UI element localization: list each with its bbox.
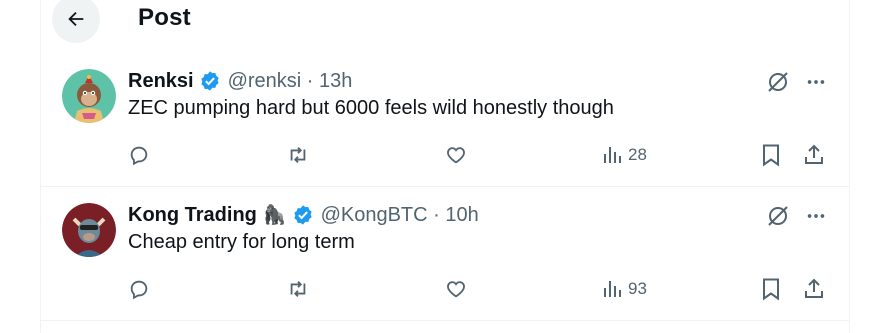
author-name[interactable]: Renksi [128, 70, 194, 93]
like-icon [447, 147, 465, 164]
verified-badge-icon [292, 204, 314, 226]
like-icon [447, 281, 465, 298]
post[interactable]: Renksi @renksi · 13h ZEC pumping hard bu… [41, 52, 849, 187]
avatar[interactable] [62, 203, 116, 257]
views-button[interactable]: 93 [602, 276, 647, 302]
post-header: Kong Trading 🦍 @KongBTC · 10h [128, 203, 479, 227]
views-icon [604, 147, 621, 163]
avatar[interactable] [62, 69, 116, 123]
post-text: Cheap entry for long term [128, 231, 355, 253]
more-button[interactable] [803, 69, 829, 95]
like-button[interactable] [444, 276, 468, 302]
verified-badge-icon [199, 70, 221, 92]
handle-time[interactable]: @renksi · 13h [228, 70, 353, 93]
repost-icon [290, 147, 306, 163]
views-button[interactable]: 28 [602, 142, 647, 168]
repost-button[interactable] [286, 276, 310, 302]
share-button[interactable] [802, 142, 826, 168]
grok-icon [768, 206, 788, 226]
reply-button[interactable] [128, 142, 150, 168]
more-icon [807, 214, 825, 218]
gorilla-emoji: 🦍 [262, 205, 287, 226]
share-icon [805, 144, 823, 164]
handle-time[interactable]: @KongBTC · 10h [321, 204, 479, 227]
bookmark-icon [763, 144, 779, 167]
arrow-left-icon [68, 11, 84, 27]
reply-button[interactable] [128, 276, 150, 302]
post[interactable]: Kong Trading 🦍 @KongBTC · 10h Cheap entr… [41, 186, 849, 321]
reply-icon [130, 280, 148, 300]
share-icon [805, 278, 823, 298]
post-header: Renksi @renksi · 13h [128, 69, 352, 93]
page-header: Post [41, 0, 849, 48]
reply-icon [130, 146, 148, 166]
bookmark-button[interactable] [760, 276, 782, 302]
author-name[interactable]: Kong Trading [128, 204, 257, 227]
post-text: ZEC pumping hard but 6000 feels wild hon… [128, 97, 614, 119]
more-button[interactable] [803, 203, 829, 229]
repost-icon [290, 281, 306, 297]
bookmark-button[interactable] [760, 142, 782, 168]
more-icon [807, 80, 825, 84]
views-icon [604, 281, 621, 297]
views-count: 93 [628, 279, 647, 298]
back-button[interactable] [52, 0, 100, 43]
grok-button[interactable] [765, 203, 791, 229]
grok-button[interactable] [765, 69, 791, 95]
share-button[interactable] [802, 276, 826, 302]
bookmark-icon [763, 278, 779, 301]
grok-icon [768, 72, 788, 92]
views-count: 28 [628, 145, 647, 164]
page-title: Post [138, 4, 191, 31]
repost-button[interactable] [286, 142, 310, 168]
like-button[interactable] [444, 142, 468, 168]
main-column: Post Renksi @renksi · 13h ZEC pumping ha… [40, 0, 850, 333]
